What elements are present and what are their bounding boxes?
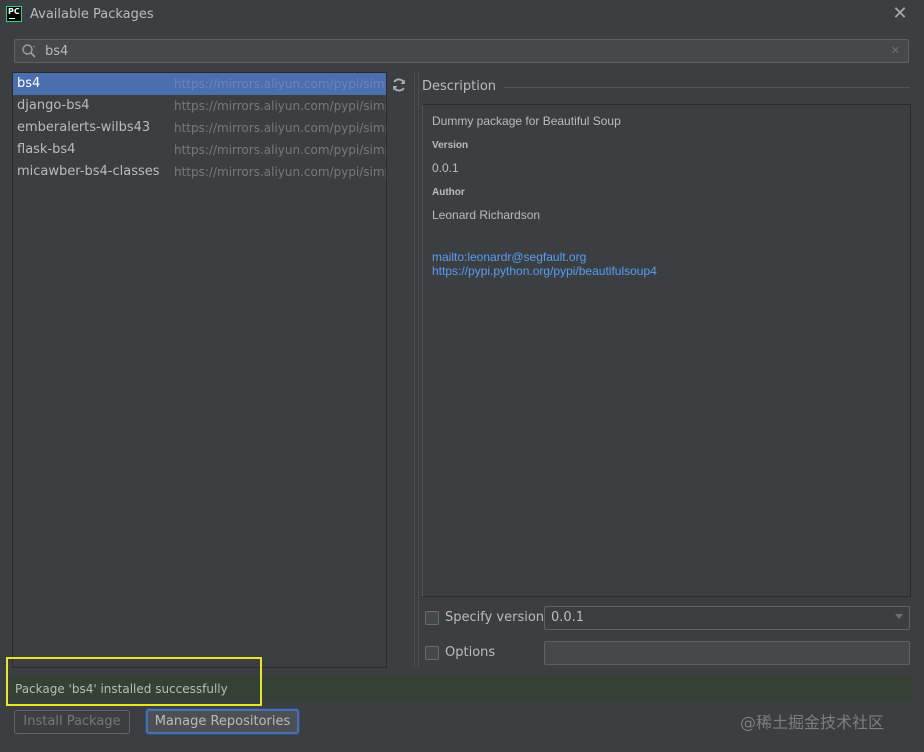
close-button[interactable]: ✕ (890, 4, 910, 24)
description-divider (500, 87, 910, 88)
version-heading: Version (432, 140, 468, 151)
package-row-micawber-bs4-classes[interactable]: micawber-bs4-classes https://mirrors.ali… (13, 161, 386, 183)
package-version: 0.0.1 (432, 161, 459, 175)
search-icon[interactable] (21, 43, 37, 59)
package-repo: https://mirrors.aliyun.com/pypi/simple/ (174, 117, 386, 139)
package-row-bs4[interactable]: bs4 https://mirrors.aliyun.com/pypi/simp… (13, 73, 386, 95)
panel-splitter[interactable] (414, 72, 419, 667)
package-repo: https://mirrors.aliyun.com/pypi/simple/ (174, 161, 386, 183)
title-bar: PC Available Packages ✕ (0, 0, 924, 30)
search-input[interactable] (45, 42, 885, 60)
pypi-link[interactable]: https://pypi.python.org/pypi/beautifulso… (432, 264, 657, 278)
clear-search-icon[interactable]: ✕ (891, 44, 900, 57)
manage-repositories-button[interactable]: Manage Repositories (146, 709, 299, 734)
package-repo: https://mirrors.aliyun.com/pypi/simple/ (174, 73, 386, 95)
specify-version-label: Specify version (445, 610, 544, 625)
install-package-button[interactable]: Install Package (14, 710, 130, 734)
options-input[interactable] (544, 641, 910, 665)
refresh-icon[interactable] (391, 77, 407, 93)
package-name: bs4 (17, 73, 40, 95)
package-repo: https://mirrors.aliyun.com/pypi/simple/ (174, 95, 386, 117)
package-author: Leonard Richardson (432, 208, 540, 222)
options-checkbox[interactable] (425, 646, 439, 660)
author-email-link[interactable]: mailto:leonardr@segfault.org (432, 250, 586, 264)
description-label: Description (422, 79, 504, 94)
package-row-flask-bs4[interactable]: flask-bs4 https://mirrors.aliyun.com/pyp… (13, 139, 386, 161)
package-row-django-bs4[interactable]: django-bs4 https://mirrors.aliyun.com/py… (13, 95, 386, 117)
package-summary: Dummy package for Beautiful Soup (432, 114, 621, 128)
options-label: Options (445, 645, 495, 660)
package-name: micawber-bs4-classes (17, 161, 160, 183)
window-title: Available Packages (30, 7, 154, 22)
search-field[interactable]: ✕ (14, 39, 909, 63)
package-list[interactable]: bs4 https://mirrors.aliyun.com/pypi/simp… (12, 72, 387, 668)
package-name: django-bs4 (17, 95, 90, 117)
author-heading: Author (432, 187, 465, 198)
chevron-down-icon (895, 614, 903, 619)
highlight-annotation (6, 657, 262, 706)
pycharm-logo-icon: PC (6, 6, 22, 22)
package-name: emberalerts-wilbs43 (17, 117, 150, 139)
package-row-emberalerts-wilbs43[interactable]: emberalerts-wilbs43 https://mirrors.aliy… (13, 117, 386, 139)
specify-version-checkbox[interactable] (425, 611, 439, 625)
description-panel: Dummy package for Beautiful Soup Version… (422, 104, 911, 597)
watermark: @稀土掘金技术社区 (740, 709, 884, 733)
version-select[interactable]: 0.0.1 (544, 606, 910, 630)
version-select-value: 0.0.1 (551, 610, 584, 625)
package-repo: https://mirrors.aliyun.com/pypi/simple/ (174, 139, 386, 161)
package-name: flask-bs4 (17, 139, 75, 161)
